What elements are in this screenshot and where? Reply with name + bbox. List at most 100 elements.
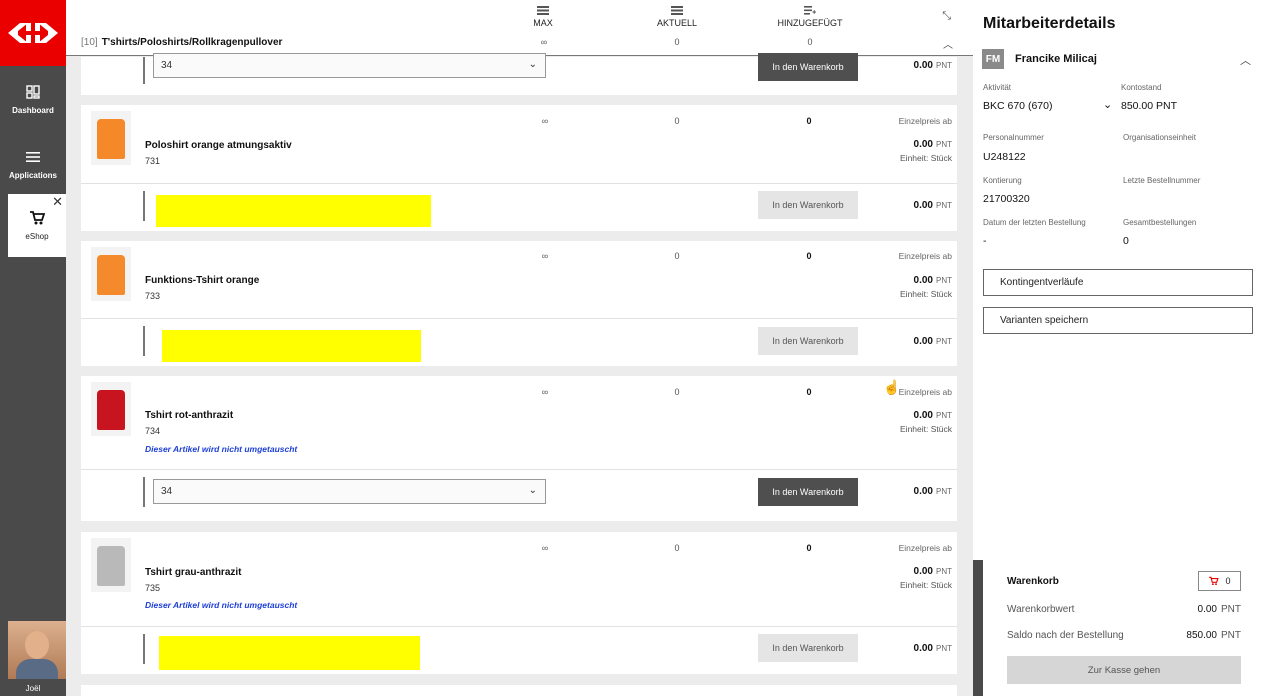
product-price: 0.00 PNT [914, 566, 952, 577]
product-max: ∞ [541, 387, 549, 397]
product-price-value: 0.00 [913, 566, 933, 577]
aktivitaet-select[interactable]: BKC 670 (670) ⌄ [983, 99, 1112, 112]
mouse-cursor-icon: ☝ [883, 379, 901, 395]
product-price-value: 0.00 [913, 139, 933, 150]
unit-label: Einheit: Stück [900, 580, 952, 590]
gesamtbestellungen-label: Gesamtbestellungen [1123, 218, 1197, 227]
size-select[interactable]: 34 ⌄ [153, 479, 546, 504]
kontostand-label: Kontostand [1121, 83, 1162, 92]
kontingentverlaeufe-button[interactable]: Kontingentverläufe [983, 269, 1253, 296]
sidebar-item-dashboard[interactable]: Dashboard [0, 70, 66, 130]
sbb-logo[interactable] [0, 0, 66, 66]
product-card: Tshirt grau-anthrazit 735 Dieser Artikel… [81, 532, 957, 674]
product-image[interactable] [91, 247, 131, 301]
line-price: 0.00 PNT [914, 336, 952, 347]
shirt-shape [97, 546, 125, 586]
saldo-label: Saldo nach der Bestellung [1007, 630, 1124, 641]
column-aktuell-label: AKTUELL [656, 18, 698, 28]
product-name[interactable]: Poloshirt orange atmungsaktiv [145, 140, 292, 151]
kontierung-value: 21700320 [983, 193, 1030, 205]
product-hinzugefuegt: 0 [806, 116, 812, 126]
product-image[interactable] [91, 382, 131, 436]
product-card: Funktions-Tshirt orange 733 ∞ 0 0 Einzel… [81, 241, 957, 366]
product-name[interactable]: Tshirt grau-anthrazit [145, 567, 241, 578]
product-aktuell: 0 [674, 387, 680, 397]
sidebar-item-applications[interactable]: Applications [0, 135, 66, 195]
cart-title: Warenkorb [1007, 576, 1059, 587]
cart-count-button[interactable]: 0 [1198, 571, 1241, 591]
column-max-label: MAX [533, 18, 553, 28]
category-title[interactable]: [10] T'shirts/Poloshirts/Rollkragenpullov… [81, 37, 282, 48]
letzte-bestellnummer-label: Letzte Bestellnummer [1123, 176, 1201, 185]
menu-icon [26, 152, 40, 162]
close-icon[interactable]: ✕ [52, 195, 63, 208]
avatar[interactable] [8, 621, 66, 679]
chevron-up-icon[interactable]: ︿ [943, 36, 953, 51]
variant-marker [143, 634, 145, 664]
saldo-value: 850.00 PNT [1186, 630, 1241, 641]
category-aktuell: 0 [674, 37, 680, 47]
personalnummer-value: U248122 [983, 151, 1026, 163]
product-card: Tshirt rot-anthrazit 734 Dieser Artikel … [81, 376, 957, 521]
shirt-shape [97, 119, 125, 159]
aktivitaet-value: BKC 670 (670) [983, 100, 1053, 112]
line-price: 0.00 PNT [914, 643, 952, 654]
product-max: ∞ [541, 251, 549, 261]
varianten-speichern-button[interactable]: Varianten speichern [983, 307, 1253, 334]
dashboard-icon [26, 85, 40, 99]
sidebar-item-label: Dashboard [12, 106, 54, 115]
size-select-value: 34 [161, 60, 173, 71]
size-select-value: 34 [161, 486, 173, 497]
line-price-value: 0.00 [913, 486, 933, 497]
warenkorbwert-value: 0.00 PNT [1198, 604, 1241, 615]
redacted-select[interactable] [162, 330, 421, 362]
variant-marker [143, 477, 145, 507]
product-name[interactable]: Funktions-Tshirt orange [145, 275, 259, 286]
add-to-cart-button[interactable]: In den Warenkorb [758, 478, 858, 506]
product-number: 735 [145, 583, 161, 593]
sidebar-item-label: Applications [8, 171, 57, 180]
add-to-cart-button[interactable]: In den Warenkorb [758, 634, 858, 662]
line-price: 0.00 PNT [914, 486, 952, 497]
product-image[interactable] [91, 111, 131, 165]
product-aktuell: 0 [674, 543, 680, 553]
redacted-select[interactable] [159, 636, 420, 670]
kontostand-value: 850.00 PNT [1121, 100, 1178, 112]
column-hinzugefuegt-label: HINZUGEFÜGT [777, 18, 843, 28]
personalnummer-label: Personalnummer [983, 133, 1044, 142]
cart-summary: Warenkorb 0 Warenkorbwert 0.00 PNT Saldo … [973, 560, 1263, 696]
unit-label: Einheit: Stück [900, 289, 952, 299]
panel-title: Mitarbeiterdetails [983, 15, 1116, 32]
line-price-unit: PNT [936, 61, 952, 70]
avatar-head [25, 631, 49, 659]
size-select[interactable]: 34 ⌄ [153, 53, 546, 78]
column-hinzugefuegt: HINZUGEFÜGT [770, 6, 850, 28]
sidebar-item-label: eShop [25, 232, 49, 241]
category-hinzugefuegt: 0 [807, 37, 813, 47]
line-price-unit: PNT [936, 644, 952, 653]
product-name[interactable]: Tshirt rot-anthrazit [145, 410, 233, 421]
add-to-cart-button[interactable]: In den Warenkorb [758, 327, 858, 355]
sidebar-item-eshop[interactable]: ✕ eShop [8, 194, 66, 257]
add-to-cart-button[interactable]: In den Warenkorb [758, 191, 858, 219]
gesamtbestellungen-value: 0 [1123, 235, 1129, 247]
avatar-body [16, 659, 58, 679]
product-hinzugefuegt: 0 [806, 543, 812, 553]
category-max: ∞ [540, 37, 548, 47]
collapse-icon[interactable]: ⤡ [942, 10, 951, 23]
product-price: 0.00 PNT [914, 139, 952, 150]
category-name: T'shirts/Poloshirts/Rollkragenpullover [101, 37, 283, 48]
redacted-select[interactable] [156, 195, 431, 227]
checkout-button[interactable]: Zur Kasse gehen [1007, 656, 1241, 684]
datum-letzte-bestellung-value: - [983, 235, 987, 247]
saldo-amount: 850.00 [1186, 630, 1217, 641]
product-price-unit: PNT [936, 140, 952, 149]
product-max: ∞ [541, 543, 549, 553]
product-price: 0.00 PNT [914, 410, 952, 421]
column-aktuell: AKTUELL [637, 6, 717, 28]
product-price-value: 0.00 [913, 275, 933, 286]
product-image[interactable] [91, 538, 131, 592]
add-to-cart-button[interactable]: In den Warenkorb [758, 53, 858, 81]
warenkorbwert-label: Warenkorbwert [1007, 604, 1075, 615]
chevron-up-icon[interactable]: ︿ [1240, 52, 1251, 68]
